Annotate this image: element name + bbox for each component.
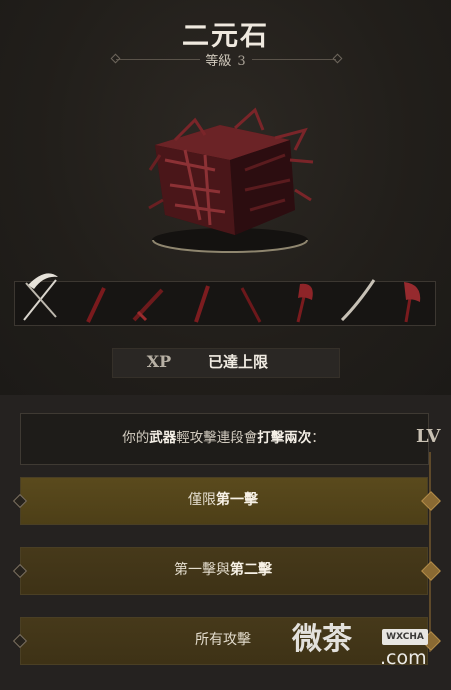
level-tag: LV: [416, 426, 441, 447]
blade-icon[interactable]: [180, 282, 226, 325]
bloody-cube-icon: [148, 107, 314, 253]
watermark-text: 微茶: [292, 622, 352, 657]
upgrade-description: 你的武器輕攻擊連段會打擊兩次：: [20, 413, 427, 463]
option-label-2[interactable]: 第一擊與第二擊: [20, 547, 426, 593]
watermark-badge: WXCHA: [382, 629, 428, 645]
option-2-pre: 第一擊與: [174, 562, 230, 578]
scythe-icon[interactable]: [16, 265, 66, 325]
desc-bold-hits: 打擊兩次: [257, 430, 312, 446]
level-label: 等級: [205, 54, 232, 69]
level-track: [429, 452, 431, 652]
axe-icon[interactable]: [388, 280, 434, 323]
desc-prefix: 你的: [122, 430, 150, 446]
katana-icon[interactable]: [336, 278, 382, 321]
level-value: 3: [237, 54, 246, 69]
option-1-bold: 第一擊: [216, 492, 258, 508]
xp-badge: XP: [146, 352, 172, 371]
option-2-bold: 第二擊: [230, 562, 272, 578]
watermark-domain: .com: [380, 647, 427, 669]
xp-status: 已達上限: [208, 353, 269, 371]
option-3-pre: 所有攻擊: [195, 632, 251, 648]
desc-bold-weapon: 武器: [149, 430, 177, 446]
sword-icon[interactable]: [126, 282, 172, 325]
item-title: 二元石: [182, 21, 269, 52]
option-label-3[interactable]: 所有攻擊: [20, 617, 426, 663]
spear-icon[interactable]: [230, 282, 276, 325]
desc-mid: 輕攻擊連段會: [176, 430, 258, 446]
option-label-1[interactable]: 僅限第一擊: [20, 477, 426, 523]
dagger-icon[interactable]: [74, 282, 120, 325]
desc-suffix: ：: [311, 430, 325, 446]
item-level: 等級 3: [0, 50, 451, 69]
option-1-pre: 僅限: [188, 492, 216, 508]
greataxe-icon[interactable]: [284, 280, 330, 323]
